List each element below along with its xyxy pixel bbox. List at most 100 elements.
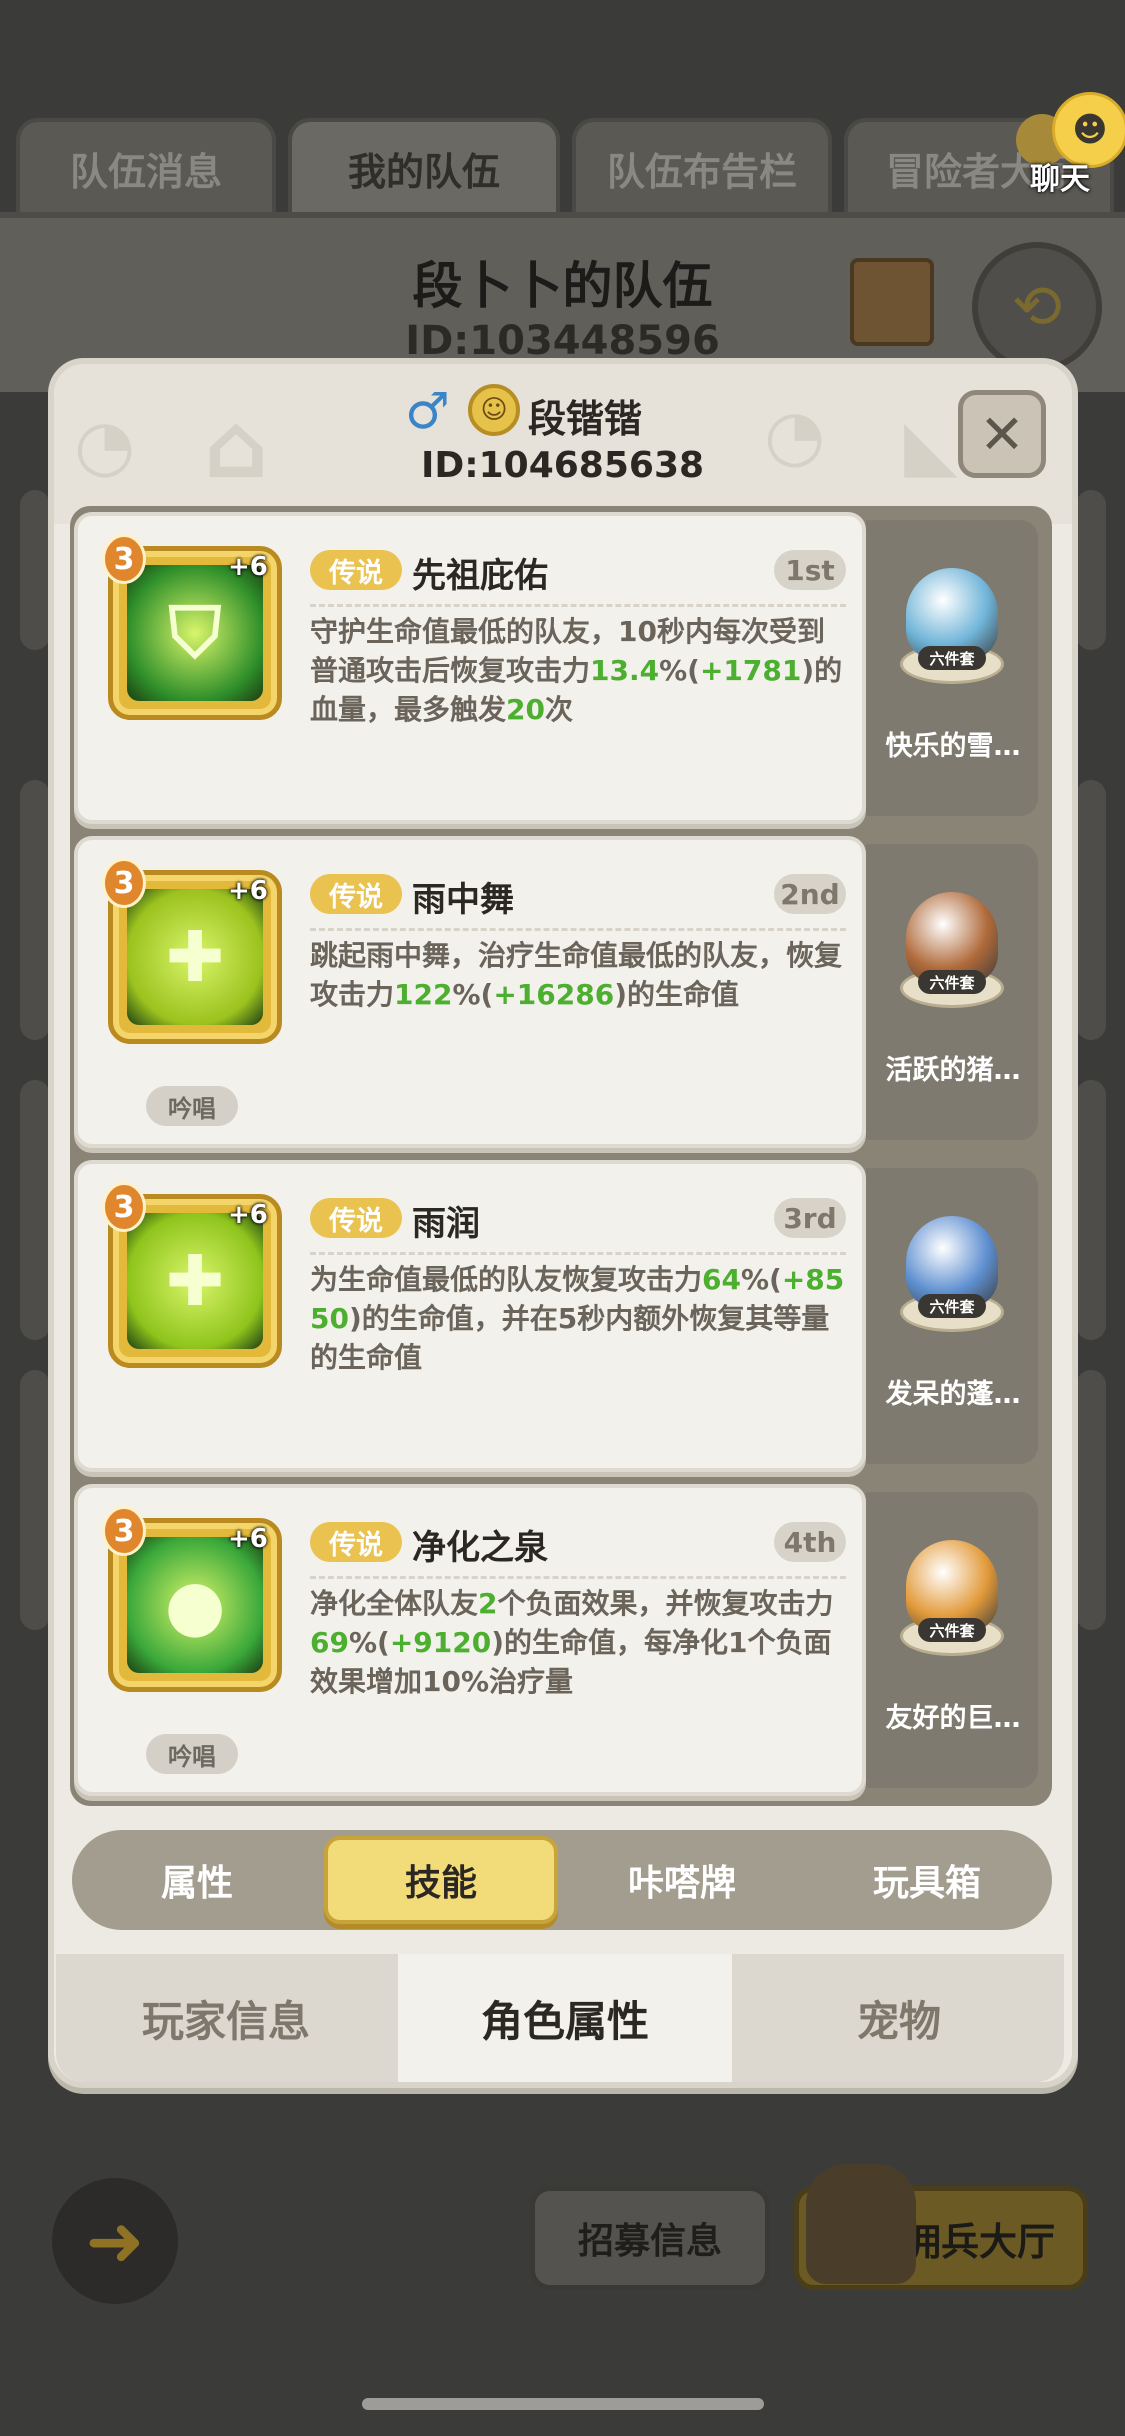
pet-name: 发呆的蓬… xyxy=(885,1379,1021,1410)
chat-button[interactable]: ☻ 聊天 xyxy=(1010,92,1125,197)
description-text: %( xyxy=(348,1626,390,1659)
description-text: 净化全体队友 xyxy=(310,1587,479,1620)
mercenary-avatar xyxy=(806,2164,916,2284)
tab-pets[interactable]: 宠物 xyxy=(734,1954,1064,2082)
divider xyxy=(310,1576,846,1579)
home-indicator[interactable] xyxy=(362,2398,764,2410)
highlight-value: 69 xyxy=(310,1626,349,1659)
pet-set-badge: 六件套 xyxy=(918,970,986,994)
player-avatar: ☺ xyxy=(468,384,520,436)
description-text: 次 xyxy=(544,693,573,726)
pet-slot[interactable]: 六件套发呆的蓬… xyxy=(866,1168,1038,1464)
divider xyxy=(310,928,846,931)
skill-card[interactable]: ✚ 3 +6 吟唱 传说 雨中舞 2nd 跳起雨中舞，治疗生命值最低的队友，恢复攻击力122%… xyxy=(74,836,866,1148)
pet-set-badge: 六件套 xyxy=(918,646,986,670)
bg-side-strip xyxy=(1076,1080,1106,1340)
bg-tab-my-team: 我的队伍 xyxy=(288,118,560,214)
skill-rank-tag: 1st xyxy=(774,550,846,590)
tab-kada-cards[interactable]: 咔嗒牌 xyxy=(562,1830,802,1930)
skill-card[interactable]: ⛉ 3 +6 传说 先祖庇佑 1st 守护生命值最低的队友，10秒内每次受到普通攻击后恢复攻… xyxy=(74,512,866,824)
bottom-tab-bar: 玩家信息 角色属性 宠物 xyxy=(56,1954,1064,2082)
skill-description: 为生命值最低的队友恢复攻击力64%(+8550)的生命值，并在5秒内额外恢复其等… xyxy=(310,1260,850,1377)
skill-description: 守护生命值最低的队友，10秒内每次受到普通攻击后恢复攻击力13.4%(+1781… xyxy=(310,612,850,729)
rain-dance-icon: ✚ xyxy=(127,889,263,1025)
highlight-value: +9120 xyxy=(389,1626,492,1659)
bg-side-strip xyxy=(1076,1370,1106,1630)
heal-cross-icon: ✚ xyxy=(127,1213,263,1349)
skill-name: 净化之泉 xyxy=(412,1528,548,1568)
pet-figure: 六件套 xyxy=(900,874,1004,1014)
close-icon: ✕ xyxy=(979,402,1025,466)
description-text: )的生命值，并在5秒内额外恢复其等量的生命值 xyxy=(310,1302,830,1374)
skill-name: 雨润 xyxy=(412,1204,480,1244)
scroll-icon xyxy=(850,258,934,346)
male-icon: ♂ xyxy=(405,382,450,440)
bg-side-strip xyxy=(20,1080,50,1340)
tab-character-attributes[interactable]: 角色属性 xyxy=(398,1954,732,2082)
divider xyxy=(310,1252,846,1255)
pet-set-badge: 六件套 xyxy=(918,1294,986,1318)
player-name: 段锴锴 xyxy=(528,397,643,441)
rarity-tag: 传说 xyxy=(310,550,402,590)
chant-tag: 吟唱 xyxy=(146,1734,238,1774)
bg-tab-team-messages: 队伍消息 xyxy=(16,118,276,214)
description-text: %( xyxy=(659,654,700,687)
back-arrow-icon[interactable]: ➜ xyxy=(52,2178,178,2304)
pet-slot[interactable]: 六件套友好的巨… xyxy=(866,1492,1038,1788)
divider xyxy=(310,604,846,607)
pet-figure: 六件套 xyxy=(900,1198,1004,1338)
exit-team-icon: ⟲ xyxy=(972,242,1102,372)
skill-plus-badge: +6 xyxy=(228,876,268,906)
pet-set-badge: 六件套 xyxy=(918,1618,986,1642)
rarity-tag: 传说 xyxy=(310,1198,402,1238)
bg-side-strip xyxy=(1076,780,1106,1040)
skill-level-badge: 3 xyxy=(102,858,146,908)
skill-plus-badge: +6 xyxy=(228,1524,268,1554)
bg-side-strip xyxy=(20,1370,50,1630)
shield-icon: ⛉ xyxy=(127,565,263,701)
skill-card[interactable]: ✚ 3 +6 传说 雨润 3rd 为生命值最低的队友恢复攻击力64%(+8550)的生命值，… xyxy=(74,1160,866,1472)
pet-slot[interactable]: 六件套 活跃的猪… xyxy=(866,844,1038,1140)
skill-card[interactable]: ● 3 +6 吟唱 传说 净化之泉 4th 净化全体队友2个负面效果，并恢复攻击力 69%(+9… xyxy=(74,1484,866,1796)
team-title: 段卜卜的队伍 xyxy=(412,257,713,315)
skill-name: 先祖庇佑 xyxy=(412,556,548,596)
highlight-value: +16286 xyxy=(493,978,615,1011)
pet-name: 快乐的雪… xyxy=(885,731,1021,762)
skill-level-badge: 3 xyxy=(102,1182,146,1232)
skill-level-badge: 3 xyxy=(102,1506,146,1556)
skill-rank-tag: 2nd xyxy=(774,874,846,914)
description-text: %( xyxy=(452,978,494,1011)
pet-name: 友好的巨… xyxy=(885,1703,1021,1734)
skill-description: 跳起雨中舞，治疗生命值最低的队友，恢复攻击力122%(+16286)的生命值 xyxy=(310,936,850,1014)
skill-rank-tag: 3rd xyxy=(774,1198,846,1238)
pet-slot[interactable]: 六件套快乐的雪… xyxy=(866,520,1038,816)
tab-attributes[interactable]: 属性 xyxy=(72,1830,322,1930)
highlight-value: 13.4 xyxy=(590,654,660,687)
bg-tab-bulletin: 队伍布告栏 xyxy=(572,118,832,214)
description-text: 为生命值最低的队友恢复攻击力 xyxy=(310,1263,703,1296)
recruit-info-button[interactable]: 招募信息 xyxy=(530,2186,770,2290)
bg-side-strip xyxy=(20,490,50,650)
skill-level-badge: 3 xyxy=(102,534,146,584)
chat-label: 聊天 xyxy=(1030,162,1090,197)
rarity-tag: 传说 xyxy=(310,1522,402,1562)
highlight-value: 2 xyxy=(478,1587,498,1620)
highlight-value: +1781 xyxy=(699,654,802,687)
tab-toy-box[interactable]: 玩具箱 xyxy=(802,1830,1052,1930)
skill-rank-tag: 4th xyxy=(774,1522,846,1562)
chant-tag: 吟唱 xyxy=(146,1086,238,1126)
droplet-icon: ● xyxy=(127,1537,263,1673)
tab-skills[interactable]: 技能 xyxy=(324,1836,558,1924)
highlight-value: 122 xyxy=(394,978,453,1011)
bg-side-strip xyxy=(1076,490,1106,650)
skill-plus-badge: +6 xyxy=(228,1200,268,1230)
player-id: ID:104685638 xyxy=(420,445,705,486)
tab-player-info[interactable]: 玩家信息 xyxy=(56,1954,396,2082)
skill-description: 净化全体队友2个负面效果，并恢复攻击力69%(+9120)的生命值，每净化1个负… xyxy=(310,1584,850,1701)
description-text: 个负面效果，并恢复攻击力 xyxy=(497,1587,834,1620)
rarity-tag: 传说 xyxy=(310,874,402,914)
description-text: %( xyxy=(740,1263,782,1296)
bg-side-strip xyxy=(20,780,50,1040)
close-button[interactable]: ✕ xyxy=(958,390,1046,478)
highlight-value: 64 xyxy=(702,1263,741,1296)
